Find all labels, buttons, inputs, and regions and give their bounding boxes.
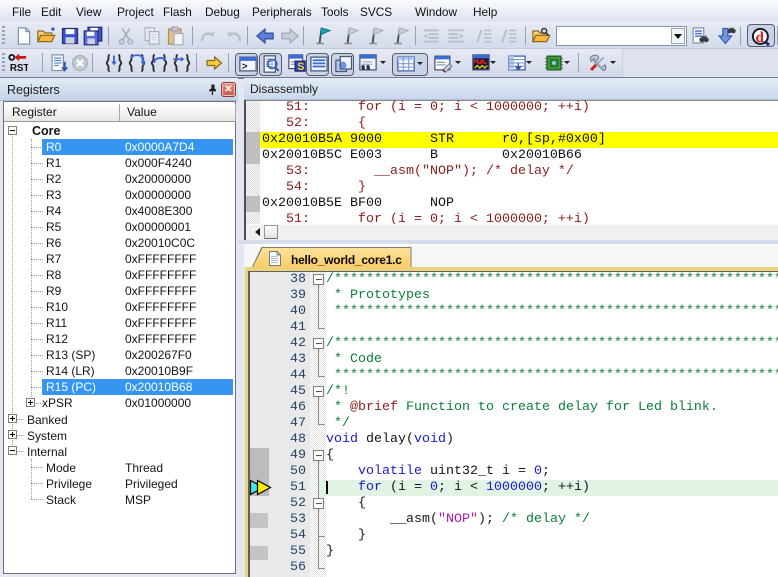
svg-text:d: d [756,30,765,46]
svg-text:RST: RST [10,63,28,73]
svg-text:>: > [242,62,248,73]
svg-text:S: S [297,61,304,73]
